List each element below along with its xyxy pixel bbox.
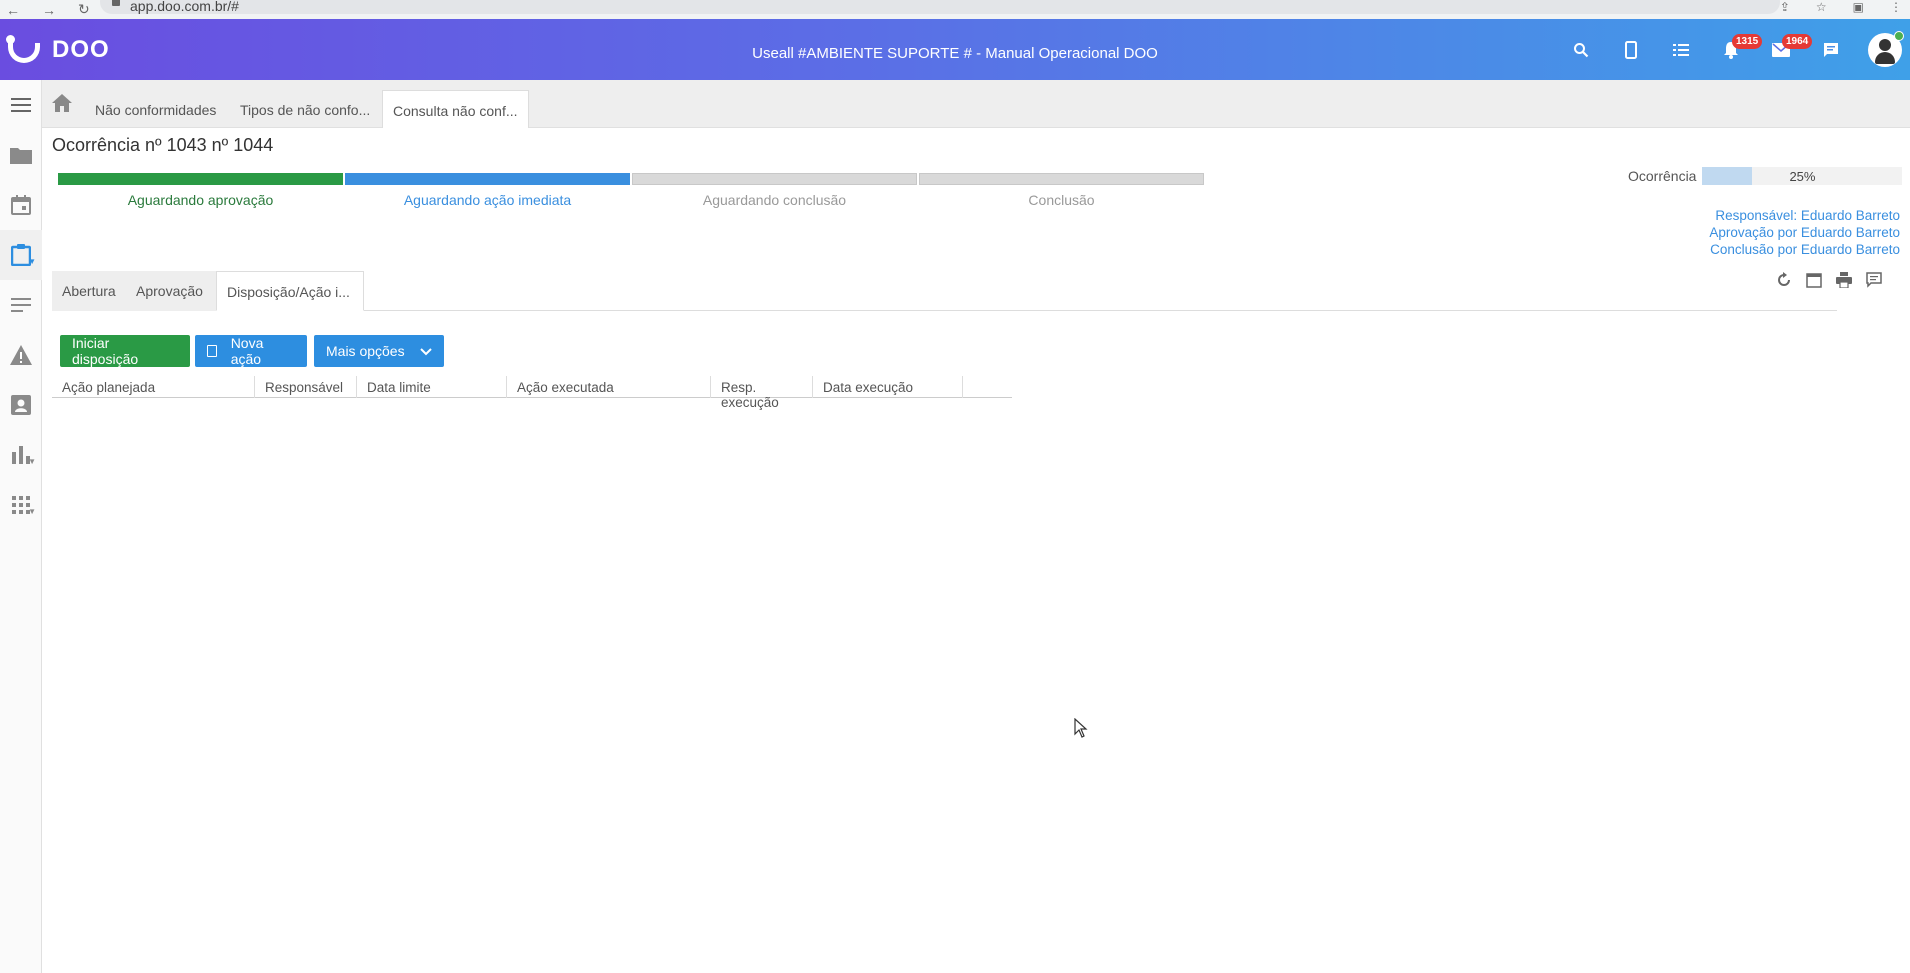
occurrence-label: Ocorrência <box>1628 168 1697 184</box>
actions-grid-header: Ação planejada Responsável Data limite A… <box>52 376 1012 410</box>
reload-icon[interactable]: ↻ <box>78 1 90 18</box>
browser-actions: ⇪ ☆ ▣ ⋮ <box>1780 0 1902 14</box>
chevron-down-icon <box>420 343 432 359</box>
refresh-icon[interactable] <box>1776 272 1792 293</box>
calendar-icon[interactable] <box>1806 272 1822 293</box>
sub-tabs: Abertura Aprovação Disposição/Ação i... <box>52 271 1837 311</box>
subtab-abertura[interactable]: Abertura <box>52 271 126 311</box>
button-label: Nova ação <box>230 335 264 367</box>
workflow-steps: Aguardando aprovação Aguardando ação ime… <box>58 173 1204 208</box>
browser-nav: ← → ↻ <box>0 1 90 18</box>
warning-icon[interactable] <box>0 330 42 380</box>
step-bar <box>919 173 1204 185</box>
mail-icon[interactable]: 1964 <box>1756 19 1813 80</box>
lock-icon <box>112 0 120 6</box>
page-title: Ocorrência nº 1043 nº 1044 <box>52 135 274 155</box>
caret-down-icon: ▼ <box>28 507 36 516</box>
more-options-button[interactable]: Mais opções <box>314 335 444 367</box>
step-aguardando-acao-imediata: Aguardando ação imediata <box>345 173 630 208</box>
occurrence-progress: Ocorrência 25% <box>1628 167 1903 185</box>
responsible-link[interactable]: Responsável: Eduardo Barreto <box>1709 207 1900 224</box>
apps-grid-icon[interactable]: ▼ <box>0 480 42 530</box>
folder-icon[interactable] <box>0 130 42 180</box>
print-icon[interactable] <box>1836 272 1852 293</box>
step-label: Aguardando aprovação <box>127 192 274 208</box>
column-header[interactable]: Data limite <box>357 376 507 398</box>
url-text: app.doo.com.br/# <box>130 0 239 14</box>
forward-icon[interactable]: → <box>42 2 56 18</box>
bell-icon[interactable]: 1315 <box>1706 19 1763 80</box>
search-icon[interactable] <box>1556 19 1606 80</box>
tab-tipos-nao-conformidade[interactable]: Tipos de não confo... <box>230 90 380 128</box>
conclusion-link[interactable]: Conclusão por Eduardo Barreto <box>1709 241 1900 258</box>
clipboard-icon[interactable]: ▼ <box>0 230 42 280</box>
start-disposition-button[interactable]: Iniciar disposição <box>60 335 190 367</box>
button-label: Mais opções <box>326 343 405 359</box>
column-header[interactable]: Responsável <box>255 376 357 398</box>
mobile-icon[interactable] <box>1606 19 1656 80</box>
menu-icon[interactable] <box>0 80 42 130</box>
bar-chart-icon[interactable]: ▼ <box>0 430 42 480</box>
step-conclusao: Conclusão <box>919 173 1204 208</box>
toolbar-right <box>1776 272 1882 293</box>
step-aguardando-conclusao: Aguardando conclusão <box>632 173 917 208</box>
star-icon[interactable]: ☆ <box>1816 0 1827 14</box>
responsible-info: Responsável: Eduardo Barreto Aprovação p… <box>1709 207 1900 258</box>
step-aguardando-aprovacao: Aguardando aprovação <box>58 173 343 208</box>
online-status-icon <box>1894 30 1904 41</box>
list-icon[interactable] <box>1656 19 1706 80</box>
column-header[interactable]: Resp. execução <box>711 376 813 410</box>
comment-icon[interactable] <box>1866 272 1882 293</box>
caret-down-icon: ▼ <box>28 457 36 466</box>
progress-percent: 25% <box>1789 169 1816 184</box>
menu-dots-icon[interactable]: ⋮ <box>1890 0 1902 14</box>
column-header[interactable]: Ação planejada <box>52 376 255 398</box>
step-bar <box>632 173 917 185</box>
progress-track: 25% <box>1702 167 1903 185</box>
browser-chrome: ← → ↻ app.doo.com.br/# ⇪ ☆ ▣ ⋮ <box>0 0 1910 19</box>
caret-down-icon: ▼ <box>28 257 36 266</box>
step-label: Conclusão <box>1028 192 1095 208</box>
calendar-icon[interactable] <box>0 180 42 230</box>
document-icon <box>207 345 217 357</box>
column-header-spacer <box>963 376 1012 398</box>
step-bar <box>345 173 630 185</box>
tab-bar: Não conformidades Tipos de não confo... … <box>42 80 1910 128</box>
home-icon[interactable] <box>52 94 72 117</box>
avatar[interactable] <box>1868 30 1904 67</box>
subtab-aprovacao[interactable]: Aprovação <box>126 271 216 311</box>
new-action-button[interactable]: Nova ação <box>195 335 307 367</box>
tab-nao-conformidades[interactable]: Não conformidades <box>85 90 226 128</box>
column-header[interactable]: Ação executada <box>507 376 711 398</box>
step-label: Aguardando ação imediata <box>403 192 572 208</box>
approval-link[interactable]: Aprovação por Eduardo Barreto <box>1709 224 1900 241</box>
header-actions: 1315 1964 <box>1556 19 1910 80</box>
app-header: DOO Useall #AMBIENTE SUPORTE # - Manual … <box>0 19 1910 80</box>
chat-icon[interactable] <box>1806 19 1856 80</box>
column-header[interactable]: Data execução <box>813 376 963 398</box>
back-icon[interactable]: ← <box>6 2 20 18</box>
address-bar[interactable]: app.doo.com.br/# <box>100 0 1780 14</box>
extension-icon[interactable]: ▣ <box>1853 0 1864 14</box>
contact-card-icon[interactable] <box>0 380 42 430</box>
button-label: Iniciar disposição <box>72 335 139 367</box>
subtab-disposicao[interactable]: Disposição/Ação i... <box>216 271 364 311</box>
tab-consulta-nao-conformidade[interactable]: Consulta não conf... <box>382 90 529 128</box>
left-rail: ▼ ▼ ▼ <box>0 80 42 973</box>
step-bar <box>58 173 343 185</box>
notes-icon[interactable] <box>0 280 42 330</box>
share-icon[interactable]: ⇪ <box>1780 0 1790 14</box>
step-label: Aguardando conclusão <box>702 192 847 208</box>
